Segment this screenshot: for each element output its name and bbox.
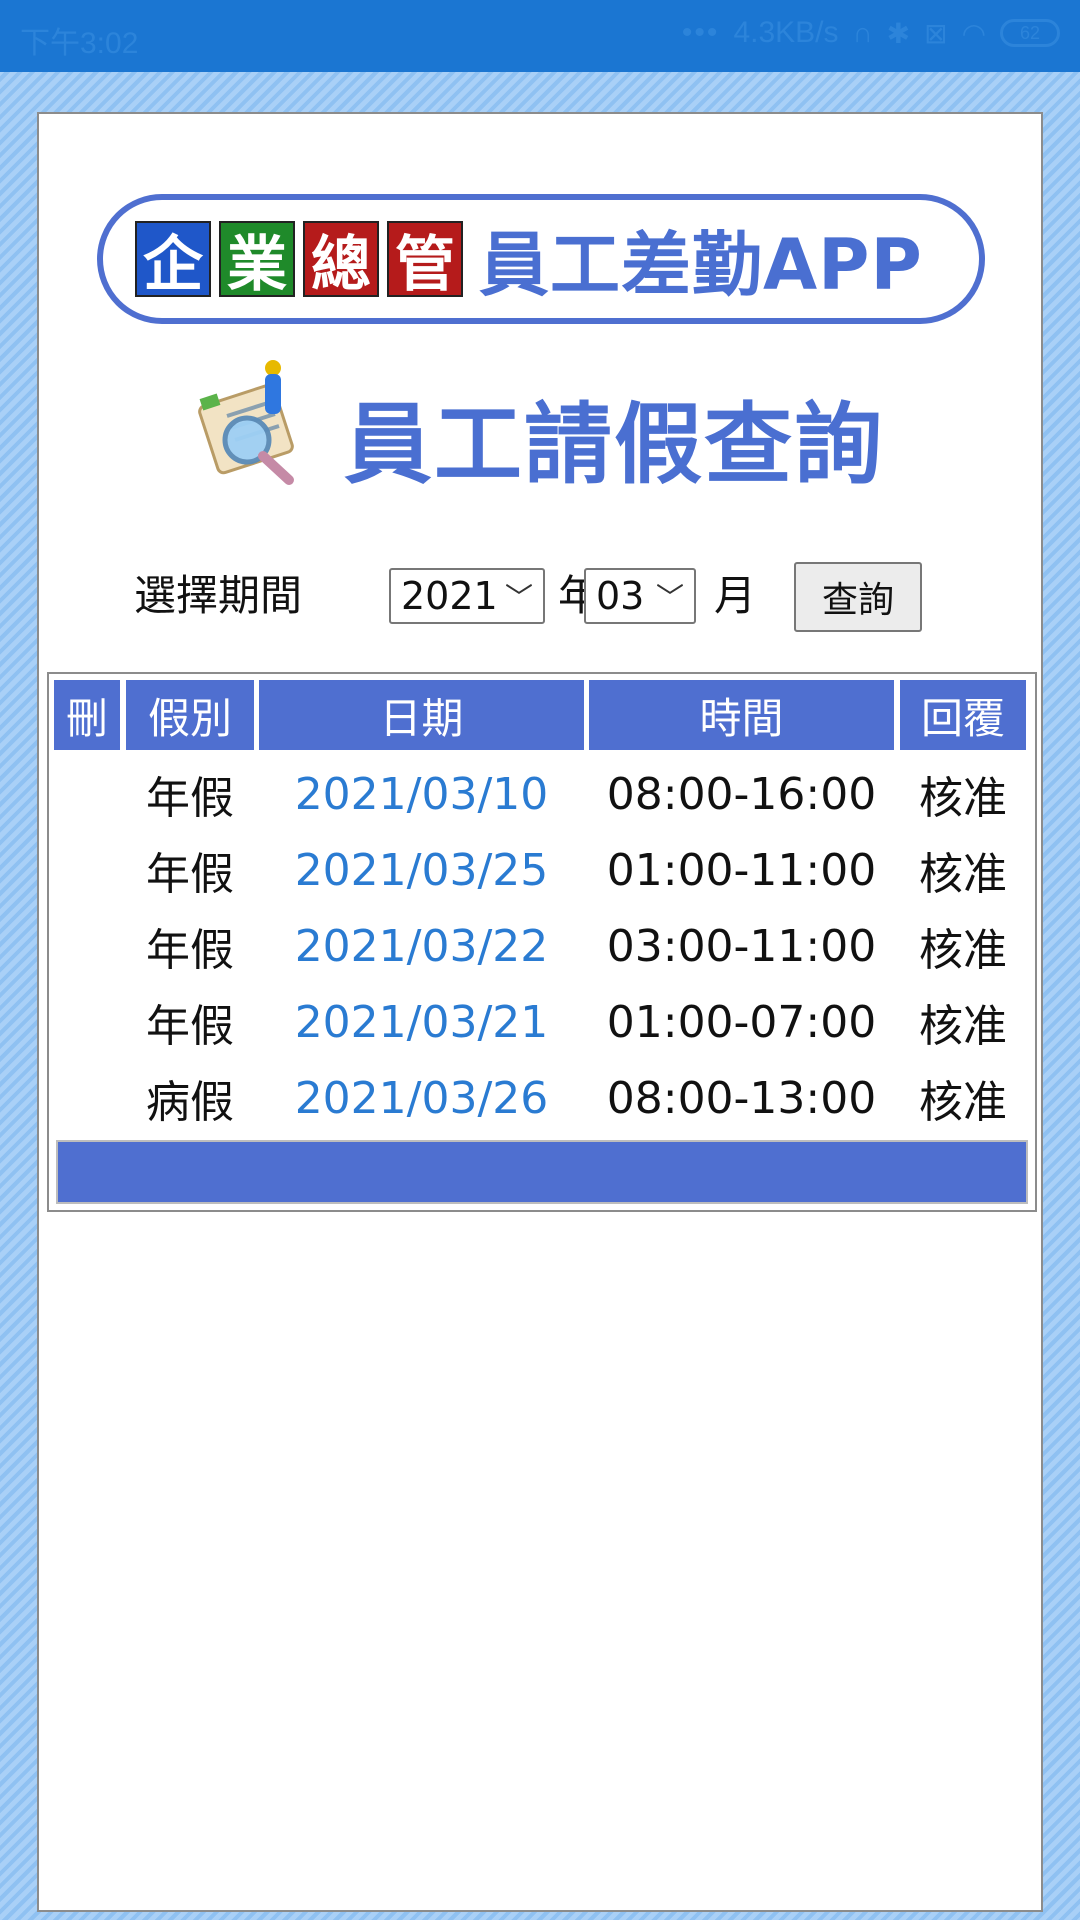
battery-icon: 62 (1000, 19, 1060, 47)
chevron-down-icon: ﹀ (655, 581, 684, 614)
time-cell: 08:00-16:00 (606, 768, 877, 820)
date-link[interactable]: 2021/03/22 (259, 908, 584, 984)
year-select-value: 2021 (401, 574, 498, 618)
status-icons: ••• 4.3KB/s ∩ ✱ ⊠ ◠ 62 (682, 16, 1060, 50)
bluetooth-icon: ✱ (886, 17, 911, 49)
leave-type-cell: 年假 (146, 1001, 234, 1052)
delete-cell[interactable] (54, 984, 120, 1060)
header-date: 日期 (259, 680, 584, 750)
delete-cell[interactable] (54, 832, 120, 908)
leave-type-cell: 年假 (146, 925, 234, 976)
reply-cell: 核准 (919, 1001, 1007, 1052)
logo-char-2: 業 (219, 221, 295, 300)
logo-char-4: 管 (387, 221, 463, 300)
date-link[interactable]: 2021/03/26 (259, 1060, 584, 1136)
status-bar: 下午3:02 ••• 4.3KB/s ∩ ✱ ⊠ ◠ 62 (0, 0, 1080, 72)
delete-cell[interactable] (54, 756, 120, 832)
reply-cell: 核准 (919, 1077, 1007, 1128)
reply-cell: 核准 (919, 773, 1007, 824)
year-select[interactable]: 2021 ﹀ (389, 568, 545, 624)
battery-level: 62 (1019, 22, 1041, 43)
time-cell: 01:00-11:00 (606, 844, 877, 896)
search-document-icon (198, 360, 294, 485)
table-row: 年假 2021/03/10 08:00-16:00 核准 (54, 756, 1030, 832)
table-row: 年假 2021/03/22 03:00-11:00 核准 (54, 908, 1030, 984)
header-time: 時間 (589, 680, 894, 750)
chevron-down-icon: ﹀ (504, 581, 533, 614)
table-row: 年假 2021/03/21 01:00-07:00 核准 (54, 984, 1030, 1060)
table-header: 刪 假別 日期 時間 回覆 (54, 680, 1030, 750)
more-dots-icon: ••• (681, 16, 720, 49)
logo-char-1: 企 (135, 221, 211, 300)
month-unit-label: 月 (714, 571, 757, 620)
reply-cell: 核准 (919, 925, 1007, 976)
time-cell: 08:00-13:00 (606, 1072, 877, 1124)
query-button[interactable]: 查詢 (794, 562, 922, 632)
header-delete: 刪 (54, 680, 120, 750)
date-link[interactable]: 2021/03/10 (259, 756, 584, 832)
table-row: 年假 2021/03/25 01:00-11:00 核准 (54, 832, 1030, 908)
table-row: 病假 2021/03/26 08:00-13:00 核准 (54, 1060, 1030, 1136)
delete-cell[interactable] (54, 908, 120, 984)
logo-char-3: 總 (303, 221, 379, 300)
time-cell: 01:00-07:00 (606, 996, 877, 1048)
time-cell: 03:00-11:00 (606, 920, 877, 972)
wifi-icon: ◠ (961, 17, 986, 49)
month-select[interactable]: 03 ﹀ (584, 568, 696, 624)
network-speed: 4.3KB/s (733, 16, 839, 49)
leave-table: 刪 假別 日期 時間 回覆 年假 2021/03/10 08:00-16:00 … (47, 672, 1037, 1212)
nfc-icon: ∩ (852, 17, 873, 48)
logo-text: 員工差勤APP (479, 223, 923, 306)
leave-type-cell: 病假 (146, 1077, 234, 1128)
app-logo-banner: 企 業 總 管 員工差勤APP (97, 194, 985, 324)
page-card: 企 業 總 管 員工差勤APP 員工請假查詢 選擇期間 2021 ﹀ 年 03 (37, 112, 1043, 1912)
date-link[interactable]: 2021/03/21 (259, 984, 584, 1060)
sim-icon: ⊠ (924, 17, 948, 49)
title-row: 員工請假查詢 (189, 354, 929, 504)
page-title: 員工請假查詢 (344, 393, 885, 496)
leave-type-cell: 年假 (146, 773, 234, 824)
period-label: 選擇期間 (134, 571, 303, 620)
delete-cell[interactable] (54, 1060, 120, 1136)
date-link[interactable]: 2021/03/25 (259, 832, 584, 908)
reply-cell: 核准 (919, 849, 1007, 900)
period-filter: 選擇期間 2021 ﹀ 年 03 ﹀ 月 查詢 (134, 554, 1014, 634)
status-time: 下午3:02 (20, 27, 139, 60)
table-footer (56, 1140, 1028, 1204)
header-leave-type: 假別 (126, 680, 254, 750)
header-reply: 回覆 (900, 680, 1026, 750)
month-select-value: 03 (596, 574, 645, 618)
leave-type-cell: 年假 (146, 849, 234, 900)
